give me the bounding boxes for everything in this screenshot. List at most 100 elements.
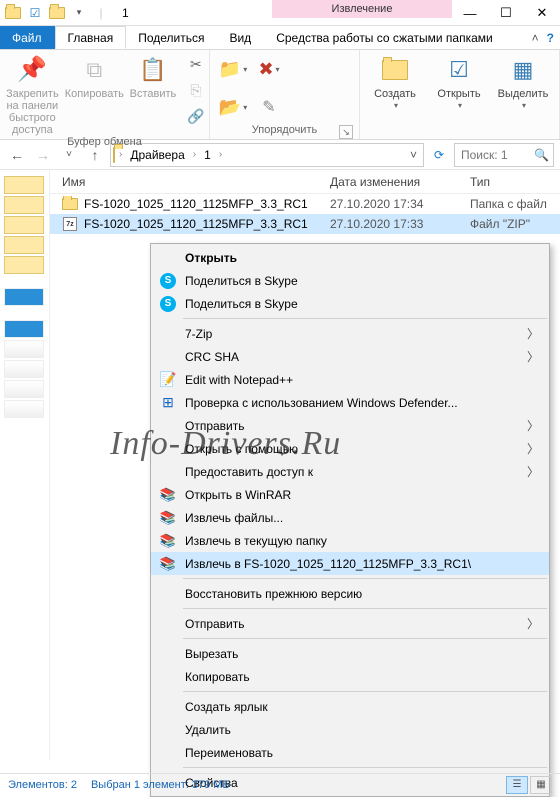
- status-bar: Элементов: 2 Выбран 1 элемент: 379 МБ ☰ …: [0, 773, 560, 795]
- tab-share[interactable]: Поделиться: [126, 26, 217, 49]
- col-name[interactable]: Имя: [50, 175, 330, 189]
- tree-item[interactable]: [4, 400, 44, 418]
- group-label-blank: [366, 123, 553, 139]
- chevron-right-icon: 〉: [527, 417, 539, 434]
- delete-icon[interactable]: ✖▾: [252, 52, 286, 86]
- open-button[interactable]: ☑ Открыть▾: [430, 52, 488, 112]
- search-input[interactable]: [459, 147, 534, 163]
- menu-item[interactable]: Вырезать: [151, 642, 549, 665]
- defender-icon: ⊞: [159, 394, 177, 412]
- copy-label: Копировать: [65, 88, 124, 100]
- menu-item-label: Проверка с использованием Windows Defend…: [185, 396, 458, 410]
- status-count: Элементов: 2: [8, 779, 77, 791]
- view-details-button[interactable]: ☰: [506, 776, 528, 794]
- menu-item[interactable]: 📚Извлечь в FS-1020_1025_1120_1125MFP_3.3…: [151, 552, 549, 575]
- tree-item-thispc[interactable]: [4, 320, 44, 338]
- menu-item-label: Извлечь файлы...: [185, 511, 283, 525]
- window-controls: — ☐ ✕: [452, 0, 560, 25]
- search-box[interactable]: 🔍: [454, 143, 554, 167]
- menu-separator: [183, 638, 547, 639]
- folder-icon[interactable]: [48, 4, 66, 22]
- select-button[interactable]: ▦ Выделить▾: [494, 52, 552, 112]
- menu-item[interactable]: S Поделиться в Skype: [151, 269, 549, 292]
- paste-shortcut-icon[interactable]: 🔗: [182, 104, 210, 128]
- column-headers[interactable]: Имя Дата изменения Тип: [50, 170, 560, 194]
- copy-icon: ⧉: [78, 54, 110, 86]
- col-type[interactable]: Тип: [470, 175, 560, 189]
- file-row[interactable]: FS-1020_1025_1120_1125MFP_3.3_RC127.10.2…: [50, 194, 560, 214]
- chevron-right-icon[interactable]: ›: [191, 149, 198, 160]
- menu-item[interactable]: 7-Zip〉: [151, 322, 549, 345]
- refresh-button[interactable]: ⟳: [428, 144, 450, 166]
- paste-icon: 📋: [137, 54, 169, 86]
- tree-item[interactable]: [4, 340, 44, 358]
- menu-item[interactable]: Восстановить прежнюю версию: [151, 582, 549, 605]
- copy-path-icon[interactable]: ⎘: [182, 78, 210, 102]
- view-thumbnails-button[interactable]: ▦: [530, 776, 552, 794]
- chevron-right-icon[interactable]: ›: [217, 149, 224, 160]
- menu-item[interactable]: 📚 Извлечь в текущую папку: [151, 529, 549, 552]
- divider: |: [92, 4, 110, 22]
- tree-item-onedrive[interactable]: [4, 288, 44, 306]
- breadcrumb-item[interactable]: Драйвера: [126, 148, 188, 162]
- file-row[interactable]: 7zFS-1020_1025_1120_1125MFP_3.3_RC127.10…: [50, 214, 560, 234]
- menu-item[interactable]: 📝Edit with Notepad++: [151, 368, 549, 391]
- chevron-right-icon[interactable]: ›: [117, 149, 124, 160]
- menu-item[interactable]: 📚Извлечь файлы...: [151, 506, 549, 529]
- tab-compressed-tools[interactable]: Средства работы со сжатыми папками: [264, 26, 525, 49]
- tree-item[interactable]: [4, 256, 44, 274]
- pin-icon: 📌: [16, 54, 48, 86]
- tab-home[interactable]: Главная: [55, 26, 127, 49]
- menu-item[interactable]: SПоделиться в Skype: [151, 292, 549, 315]
- help-icon[interactable]: ?: [547, 31, 554, 45]
- new-folder-button[interactable]: Создать▾: [366, 52, 424, 112]
- maximize-button[interactable]: ☐: [488, 0, 524, 26]
- minimize-button[interactable]: —: [452, 0, 488, 26]
- tab-view[interactable]: Вид: [217, 26, 264, 49]
- rename-icon[interactable]: ✎: [252, 90, 286, 124]
- menu-item-label: Переименовать: [185, 746, 273, 760]
- menu-item[interactable]: Отправить〉: [151, 414, 549, 437]
- tree-item[interactable]: [4, 380, 44, 398]
- tree-item[interactable]: [4, 176, 44, 194]
- menu-item[interactable]: ⊞ Проверка с использованием Windows Defen…: [151, 391, 549, 414]
- copy-to-icon[interactable]: 📂▾: [216, 90, 250, 124]
- qat-dropdown-icon[interactable]: ▾: [70, 4, 88, 22]
- menu-item[interactable]: CRC SHA〉: [151, 345, 549, 368]
- cut-icon[interactable]: ✂: [182, 52, 210, 76]
- col-date[interactable]: Дата изменения: [330, 175, 470, 189]
- open-label: Открыть: [437, 88, 480, 100]
- navigation-pane[interactable]: [0, 170, 50, 760]
- breadcrumb-item[interactable]: 1: [200, 148, 215, 162]
- copy-button[interactable]: ⧉ Копировать: [65, 52, 124, 100]
- address-dropdown-icon[interactable]: ˅: [406, 148, 421, 162]
- rar-icon: 📚: [159, 532, 177, 550]
- menu-item[interactable]: Переименовать: [151, 741, 549, 764]
- pin-quick-access-button[interactable]: 📌 Закрепить на панели быстрого доступа: [6, 52, 59, 136]
- menu-item[interactable]: Открыть с помощью〉: [151, 437, 549, 460]
- menu-item-label: Поделиться в Skype: [185, 274, 298, 288]
- tree-item[interactable]: [4, 236, 44, 254]
- menu-item-label: Извлечь в текущую папку: [185, 534, 327, 548]
- paste-button[interactable]: 📋 Вставить: [130, 52, 176, 100]
- menu-item[interactable]: Открыть: [151, 246, 549, 269]
- tree-item[interactable]: [4, 196, 44, 214]
- tree-item[interactable]: [4, 216, 44, 234]
- skype-icon: S: [159, 272, 177, 290]
- chevron-right-icon: 〉: [527, 463, 539, 480]
- folder-icon: [113, 148, 115, 162]
- collapse-ribbon-icon[interactable]: ˄: [532, 31, 539, 45]
- properties-qat-icon[interactable]: ☑: [26, 4, 44, 22]
- menu-item[interactable]: 📚Открыть в WinRAR: [151, 483, 549, 506]
- move-to-icon[interactable]: 📁▾: [216, 52, 250, 86]
- tab-file[interactable]: Файл: [0, 26, 55, 49]
- close-button[interactable]: ✕: [524, 0, 560, 26]
- menu-item[interactable]: Удалить: [151, 718, 549, 741]
- menu-item[interactable]: Предоставить доступ к〉: [151, 460, 549, 483]
- menu-item[interactable]: Копировать: [151, 665, 549, 688]
- select-icon: ▦: [507, 54, 539, 86]
- menu-item[interactable]: Создать ярлык: [151, 695, 549, 718]
- dialog-launcher-icon[interactable]: ↘: [339, 125, 353, 139]
- tree-item[interactable]: [4, 360, 44, 378]
- menu-item[interactable]: Отправить〉: [151, 612, 549, 635]
